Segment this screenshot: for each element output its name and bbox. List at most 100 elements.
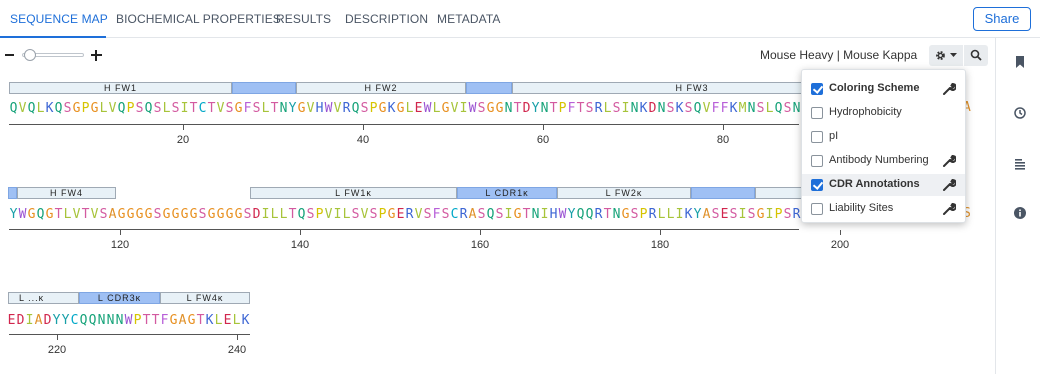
search-button[interactable] [964,45,988,66]
residue[interactable]: V [450,100,459,118]
wrench-icon[interactable] [942,82,956,96]
residue[interactable]: G [180,206,189,224]
residue[interactable]: Q [54,100,63,118]
residue[interactable]: R [648,206,657,224]
residue[interactable]: L [261,100,270,118]
residue[interactable]: T [81,206,90,224]
residue[interactable]: P [774,206,783,224]
residue[interactable]: L [666,206,675,224]
residue[interactable]: N [792,100,801,118]
residue[interactable]: C [70,312,79,330]
residue[interactable]: T [196,312,205,330]
residue[interactable]: N [540,100,549,118]
region-annotation[interactable]: L ...κ [8,292,79,304]
residue[interactable]: S [612,100,621,118]
residue[interactable]: T [207,100,216,118]
residue[interactable]: S [135,100,144,118]
residue[interactable]: I [504,206,513,224]
residue[interactable]: Q [297,206,306,224]
residue[interactable]: K [675,100,684,118]
residue[interactable]: Q [144,100,153,118]
residue[interactable]: T [549,100,558,118]
region-annotation[interactable] [691,187,755,199]
residue[interactable]: Q [774,100,783,118]
residue[interactable]: G [189,206,198,224]
checkbox[interactable] [811,155,823,167]
tab-description[interactable]: DESCRIPTION [345,12,428,26]
residue[interactable]: G [378,100,387,118]
bookmark-icon[interactable] [1014,56,1026,68]
region-annotation[interactable]: H FW1 [9,82,232,94]
residue[interactable]: T [522,206,531,224]
dropdown-item-hydrophobicity[interactable]: Hydrophobicity [802,102,965,124]
residue[interactable]: L [432,100,441,118]
residue[interactable]: G [756,206,765,224]
residue[interactable]: T [576,100,585,118]
residue[interactable]: E [7,312,16,330]
residue[interactable]: G [27,206,36,224]
residue[interactable]: G [72,100,81,118]
residue[interactable]: G [126,206,135,224]
residue[interactable]: Q [486,206,495,224]
residue[interactable]: Q [117,100,126,118]
residue[interactable]: S [783,100,792,118]
residue[interactable]: S [684,100,693,118]
region-annotation[interactable]: L FW4κ [160,292,250,304]
residue[interactable]: I [675,206,684,224]
checkbox[interactable] [811,179,823,191]
residue[interactable]: W [18,206,27,224]
residue[interactable]: S [783,206,792,224]
residue[interactable]: W [324,100,333,118]
residue[interactable]: C [450,206,459,224]
residue[interactable]: G [513,206,522,224]
residue[interactable]: V [306,100,315,118]
residue[interactable]: G [135,206,144,224]
residue[interactable]: P [126,100,135,118]
share-button[interactable]: Share [973,7,1031,31]
residue[interactable]: S [756,100,765,118]
residue[interactable]: E [414,100,423,118]
residue[interactable]: S [360,100,369,118]
residue[interactable]: D [252,206,261,224]
dropdown-item-coloring-scheme[interactable]: Coloring Scheme [802,78,965,100]
checkbox[interactable] [811,107,823,119]
residue[interactable]: R [459,206,468,224]
residue[interactable]: P [81,100,90,118]
residue[interactable]: T [288,206,297,224]
residue[interactable]: N [97,312,106,330]
residue[interactable]: Y [531,100,540,118]
residue[interactable]: G [396,100,405,118]
residue[interactable]: T [603,206,612,224]
residue[interactable]: I [261,206,270,224]
residue[interactable]: Q [585,206,594,224]
residue[interactable]: S [477,206,486,224]
residue[interactable]: N [279,100,288,118]
residue[interactable]: N [115,312,124,330]
region-annotation[interactable]: H FW2 [296,82,466,94]
residue[interactable]: N [630,100,639,118]
residue[interactable]: A [702,206,711,224]
residue[interactable]: T [513,100,522,118]
residue[interactable]: E [223,312,232,330]
dropdown-item-liability-sites[interactable]: Liability Sites [802,198,965,220]
tab-sequence-map[interactable]: SEQUENCE MAP [10,12,108,26]
region-annotation[interactable] [232,82,296,94]
residue[interactable]: G [90,100,99,118]
residue[interactable]: I [765,206,774,224]
residue[interactable]: Y [567,206,576,224]
residue[interactable]: S [351,206,360,224]
residue[interactable]: R [594,206,603,224]
residue[interactable]: Y [61,312,70,330]
residue[interactable]: K [205,312,214,330]
residue[interactable]: Q [576,206,585,224]
residue[interactable]: A [178,312,187,330]
residue[interactable]: F [160,312,169,330]
residue[interactable]: G [387,206,396,224]
region-annotation[interactable]: H FW4 [17,187,116,199]
residue[interactable]: W [124,312,133,330]
checkbox[interactable] [811,203,823,215]
history-icon[interactable] [1014,107,1026,119]
residue[interactable]: S [495,206,504,224]
residue[interactable]: S [711,206,720,224]
residue[interactable]: Y [52,312,61,330]
